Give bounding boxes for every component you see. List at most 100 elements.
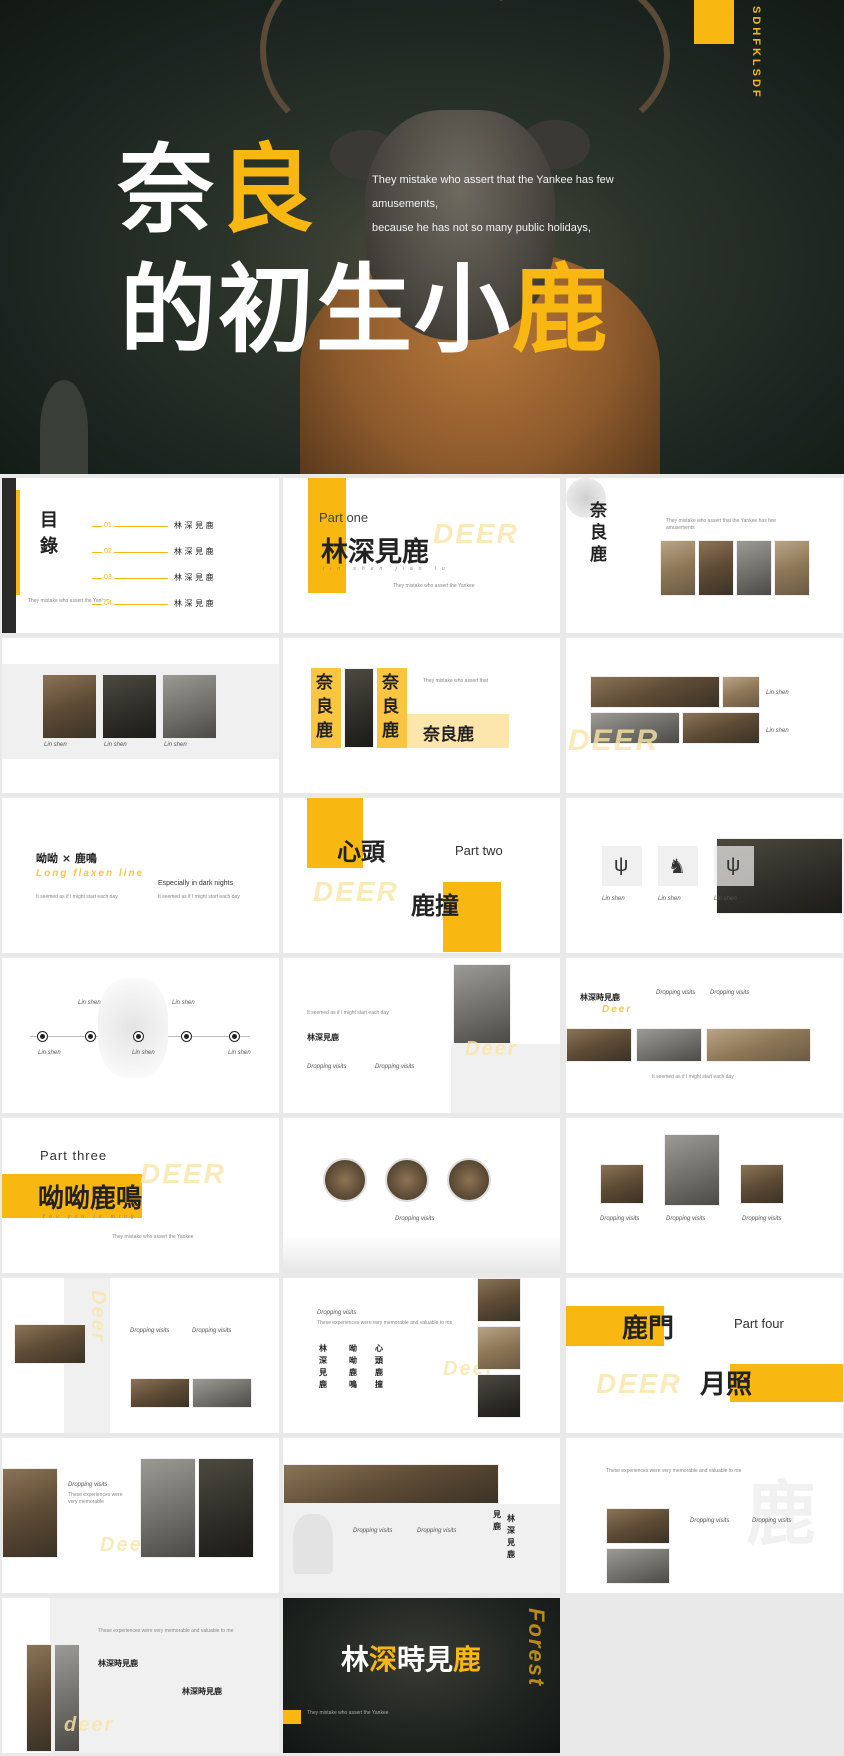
toc-label[interactable]: 林 深 見 鹿 [174,572,214,583]
deer-silhouette [293,1514,333,1574]
desc: These experiences were very memorable [68,1492,123,1505]
ghost-word: DEER [313,876,399,907]
desc: They mistake who assert that [423,678,489,684]
brand-block [694,0,734,44]
deer-photo [344,668,374,748]
timeline-dot [182,1032,191,1041]
title: 林深見鹿 [307,1032,339,1042]
slide-three-frames: Dropping visits Dropping visits Dropping… [566,1118,843,1273]
deer-photo [42,674,97,739]
slide-nara-photos: 奈良鹿 They mistake who assert that the Yan… [566,478,843,633]
deer-ear-decor [40,380,88,474]
caption: Lin shen [172,1000,195,1006]
deer-photo-circle [323,1158,367,1202]
accent-bar [16,490,20,595]
deer-photo [477,1374,521,1418]
part-label: Part two [455,843,503,858]
part-label: Part one [319,510,369,525]
slide-part-four: 鹿門 Part four DEER 月照 [566,1278,843,1433]
slide-three-photos: Lin shen Lin shen Lin shen [2,638,279,793]
caption: Dropping visits [395,1216,435,1222]
subtitle: Long flaxen line [36,868,145,879]
slide-part-three: Part three 呦呦鹿鳴 DEER You you lu ming The… [2,1118,279,1273]
deer-photo [660,540,696,596]
desc: These experiences were very memorable an… [317,1320,453,1326]
caption: Dropping visits [353,1528,393,1534]
title-b: 鹿撞 [411,891,459,920]
caption: Dropping visits [192,1328,232,1334]
deer-photo [740,1164,784,1204]
desc: It seemed as if I might start each day [652,1074,734,1080]
ghost-word: DEER [140,1158,226,1189]
contents-title-b: 錄 [40,536,58,557]
title-b: 林深時見鹿 [182,1686,222,1696]
pinyin: lin shen jian lu [323,566,451,572]
slide-three-columns: Dropping visits These experiences were v… [283,1278,560,1433]
vertical-title-b: 奈良鹿 [382,673,399,741]
deer-photo [192,1378,252,1408]
toc-label[interactable]: 林 深 見 鹿 [174,546,214,557]
slide-nara-two: 奈良鹿 奈良鹿 奈良鹿 They mistake who assert that [283,638,560,793]
caption: Dropping visits [417,1528,457,1534]
deer-photo [566,1028,632,1062]
caption: Lin shen [164,742,187,748]
slide-lin-shen-shi: 林深時見鹿 Deer Dropping visits Dropping visi… [566,958,843,1113]
deer-photo [26,1644,52,1752]
deer-photo [706,1028,811,1062]
caption: Lin shen [766,728,789,734]
timeline-dot [86,1032,95,1041]
toc-number: 04 [102,600,114,607]
ghost-word: Deer [87,1290,109,1343]
column-b: 呦呦鹿鳴 [349,1343,357,1389]
antler-icon: ψ [726,854,741,876]
vertical-title-a: 奈良鹿 [316,673,333,741]
slide-forest-text: These experiences were very memorable an… [2,1598,279,1753]
slide-photo-strips: DEER Lin shen Lin shen [566,638,843,793]
caption: Dropping visits [690,1518,730,1524]
deer-photo [774,540,810,596]
pinyin: You you lu ming [42,1214,138,1220]
caption: Dropping visits [710,990,750,996]
toc-label[interactable]: 林 深 見 鹿 [174,520,214,531]
title-a: 林深時見鹿 [98,1658,138,1668]
toc-number: 03 [102,574,114,581]
hero-quote: They mistake who assert that the Yankee … [372,174,614,234]
timeline-dot [38,1032,47,1041]
slide-yoyo: 呦呦 × 鹿鳴 Long flaxen line Especially in d… [2,798,279,953]
caption: Lin shen [228,1050,251,1056]
desc: These experiences were very memorable an… [606,1468,742,1474]
section-title: 林深見鹿 [321,537,429,568]
column-c: 心頭鹿撞 [375,1343,383,1389]
slide-part-two: 心頭 Part two DEER 鹿撞 [283,798,560,953]
deer-photo [283,1464,499,1504]
desc: It seemed as if I might start each day [307,1010,389,1016]
part-label: Part four [734,1316,784,1331]
slide-deer-gallery: Dropping visits These experiences were v… [2,1438,279,1593]
deer-photo [590,676,720,708]
deer-photo [453,964,511,1044]
caption: Dropping visits [752,1518,792,1524]
desc: These experiences were very memorable an… [98,1628,234,1634]
deer-photo [198,1458,254,1558]
deer-head-icon: ♞ [668,856,686,878]
column-a: 林深見鹿 [319,1343,327,1389]
title-b: 月照 [700,1370,753,1400]
title: 呦呦 × 鹿鳴 [36,852,97,865]
deer-photo [14,1324,86,1364]
caption: Lin shen [714,896,737,902]
deer-photo [600,1164,644,1204]
caption: Lin shen [38,1050,61,1056]
slide-contents: 目 錄 They mistake who assert the Yankee 0… [2,478,279,633]
right-heading: Especially in dark nights [158,880,234,887]
toc-label[interactable]: 林 深 見 鹿 [174,598,214,609]
title: 林深時見鹿 [580,992,620,1002]
caption: Dropping visits [742,1216,782,1222]
vertical-title: 林深見鹿 [507,1513,515,1559]
title-a: 心頭 [337,837,385,866]
caption: Dropping visits [307,1064,347,1070]
deer-photo-circle [385,1158,429,1202]
caption: Lin shen [766,690,789,696]
caption: Dropping visits [375,1064,415,1070]
ghost-word: DEER [568,724,660,757]
vertical-title-2: 見鹿 [493,1509,501,1531]
